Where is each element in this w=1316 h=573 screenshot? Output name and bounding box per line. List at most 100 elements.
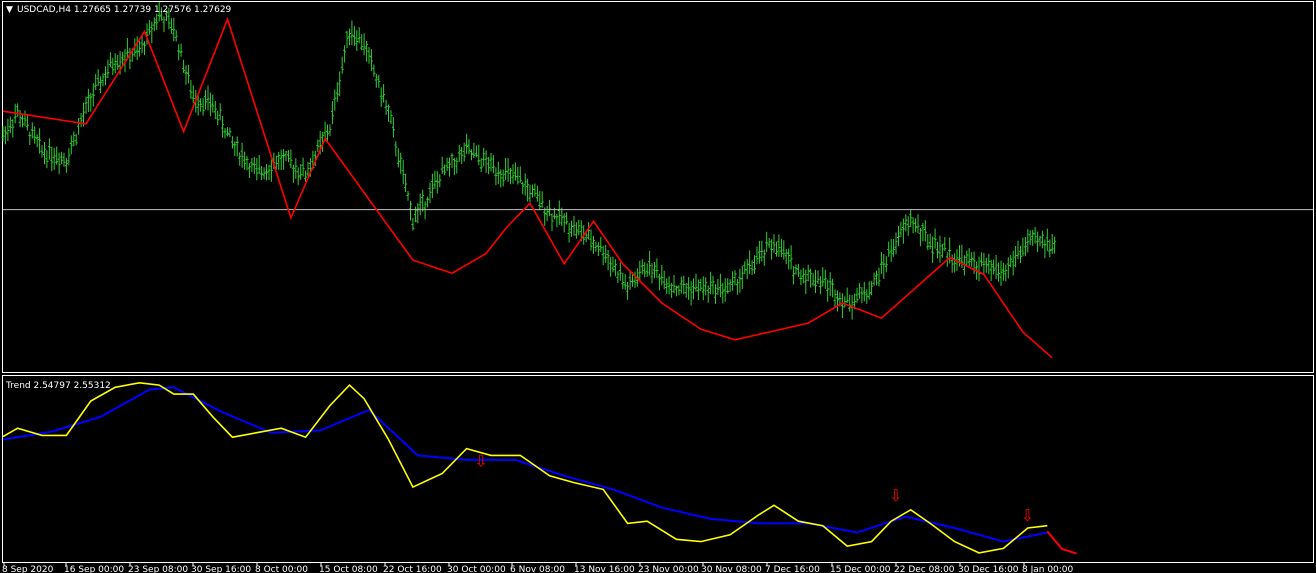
price-bar — [367, 47, 371, 64]
price-bar — [445, 157, 449, 171]
price-bar — [191, 85, 195, 104]
price-bar — [40, 145, 44, 158]
price-bar — [806, 264, 810, 282]
price-bar — [411, 218, 415, 231]
price-bar — [899, 221, 903, 238]
price-bar — [450, 153, 454, 168]
price-bar — [613, 259, 617, 277]
price-bar — [914, 218, 918, 233]
price-bar — [1001, 262, 1005, 281]
price-bar — [667, 276, 671, 295]
time-label: 30 Nov 08:00 — [701, 565, 762, 573]
price-bar — [72, 131, 76, 147]
price-bar — [804, 269, 808, 294]
price-bar — [574, 222, 578, 239]
price-bar — [867, 281, 871, 300]
price-bar — [35, 134, 39, 148]
price-bar — [977, 256, 981, 282]
price-bar — [789, 245, 793, 270]
price-bar — [726, 278, 730, 294]
price-bar — [64, 157, 68, 173]
price-bar — [909, 209, 913, 227]
price-bar — [816, 270, 820, 284]
price-bar — [862, 281, 866, 302]
time-label: 16 Sep 00:00 — [64, 565, 124, 573]
down-arrow-icon: ⇩ — [1021, 506, 1034, 525]
price-bar — [369, 49, 373, 72]
price-bar — [894, 232, 898, 255]
price-bar — [86, 88, 90, 112]
trend-slow-line — [2, 386, 1048, 543]
price-bar — [169, 18, 173, 34]
price-bar — [372, 64, 376, 77]
price-bar — [577, 219, 581, 236]
price-bar — [350, 20, 354, 46]
price-bar — [465, 133, 469, 154]
price-bar — [548, 199, 552, 217]
price-bar — [704, 277, 708, 296]
price-bar — [826, 279, 830, 302]
indicator-header: Trend 2.54797 2.55312 — [5, 381, 111, 391]
price-bar — [950, 254, 954, 273]
price-bar — [491, 155, 495, 174]
price-bar — [743, 261, 747, 274]
price-bar — [721, 282, 725, 304]
price-bar — [391, 117, 395, 138]
price-bar — [299, 164, 303, 180]
price-bar — [557, 200, 561, 225]
price-bar — [230, 136, 234, 149]
price-bar — [555, 214, 559, 228]
price-bar — [494, 167, 498, 186]
price-bar — [823, 269, 827, 289]
price-bar — [716, 279, 720, 295]
price-bar — [301, 157, 305, 177]
price-bar — [184, 65, 188, 85]
time-label: 30 Sep 16:00 — [191, 565, 251, 573]
price-bar — [240, 142, 244, 168]
price-bar — [901, 218, 905, 244]
price-bar — [338, 71, 342, 97]
time-label: 30 Dec 16:00 — [958, 565, 1019, 573]
price-bar — [753, 255, 756, 274]
price-bar — [116, 55, 120, 70]
time-label: 8 Jan 00:00 — [1022, 565, 1074, 573]
price-bar — [923, 220, 927, 242]
price-bar — [860, 287, 864, 304]
price-bar — [330, 101, 334, 125]
price-bar — [787, 248, 791, 270]
price-bar — [533, 183, 537, 197]
trend-tail-line — [1046, 530, 1077, 555]
price-bar — [994, 255, 998, 280]
time-label: 30 Oct 00:00 — [447, 565, 506, 573]
price-bar — [426, 196, 430, 208]
price-bar — [699, 278, 703, 291]
signal-arrows: ⇩ ⇩ ⇩ — [474, 452, 1034, 526]
price-bar — [362, 33, 366, 56]
price-bar — [143, 41, 146, 56]
down-arrow-icon: ⇩ — [474, 452, 487, 471]
price-bar — [677, 285, 681, 296]
price-bar — [228, 127, 232, 138]
price-bar — [735, 279, 739, 295]
price-bar — [987, 253, 991, 275]
price-bar — [755, 246, 759, 265]
price-bar — [709, 271, 713, 295]
price-bar — [655, 258, 659, 278]
price-bar — [1043, 239, 1047, 259]
symbol-menu-icon[interactable]: ▼ — [6, 5, 13, 15]
price-bar — [926, 234, 930, 251]
price-bar — [57, 152, 61, 175]
price-bar — [418, 193, 422, 216]
price-bar — [887, 241, 891, 257]
price-bar — [387, 104, 390, 122]
price-bar — [836, 290, 839, 312]
price-bar — [128, 47, 132, 70]
price-bar — [52, 147, 56, 170]
price-bar — [765, 231, 769, 253]
indicator-lines — [2, 381, 1077, 555]
price-bar — [328, 124, 332, 137]
price-bar — [460, 147, 464, 165]
price-bar — [21, 114, 24, 128]
time-label: 23 Sep 08:00 — [128, 565, 188, 573]
price-bar — [250, 157, 254, 173]
